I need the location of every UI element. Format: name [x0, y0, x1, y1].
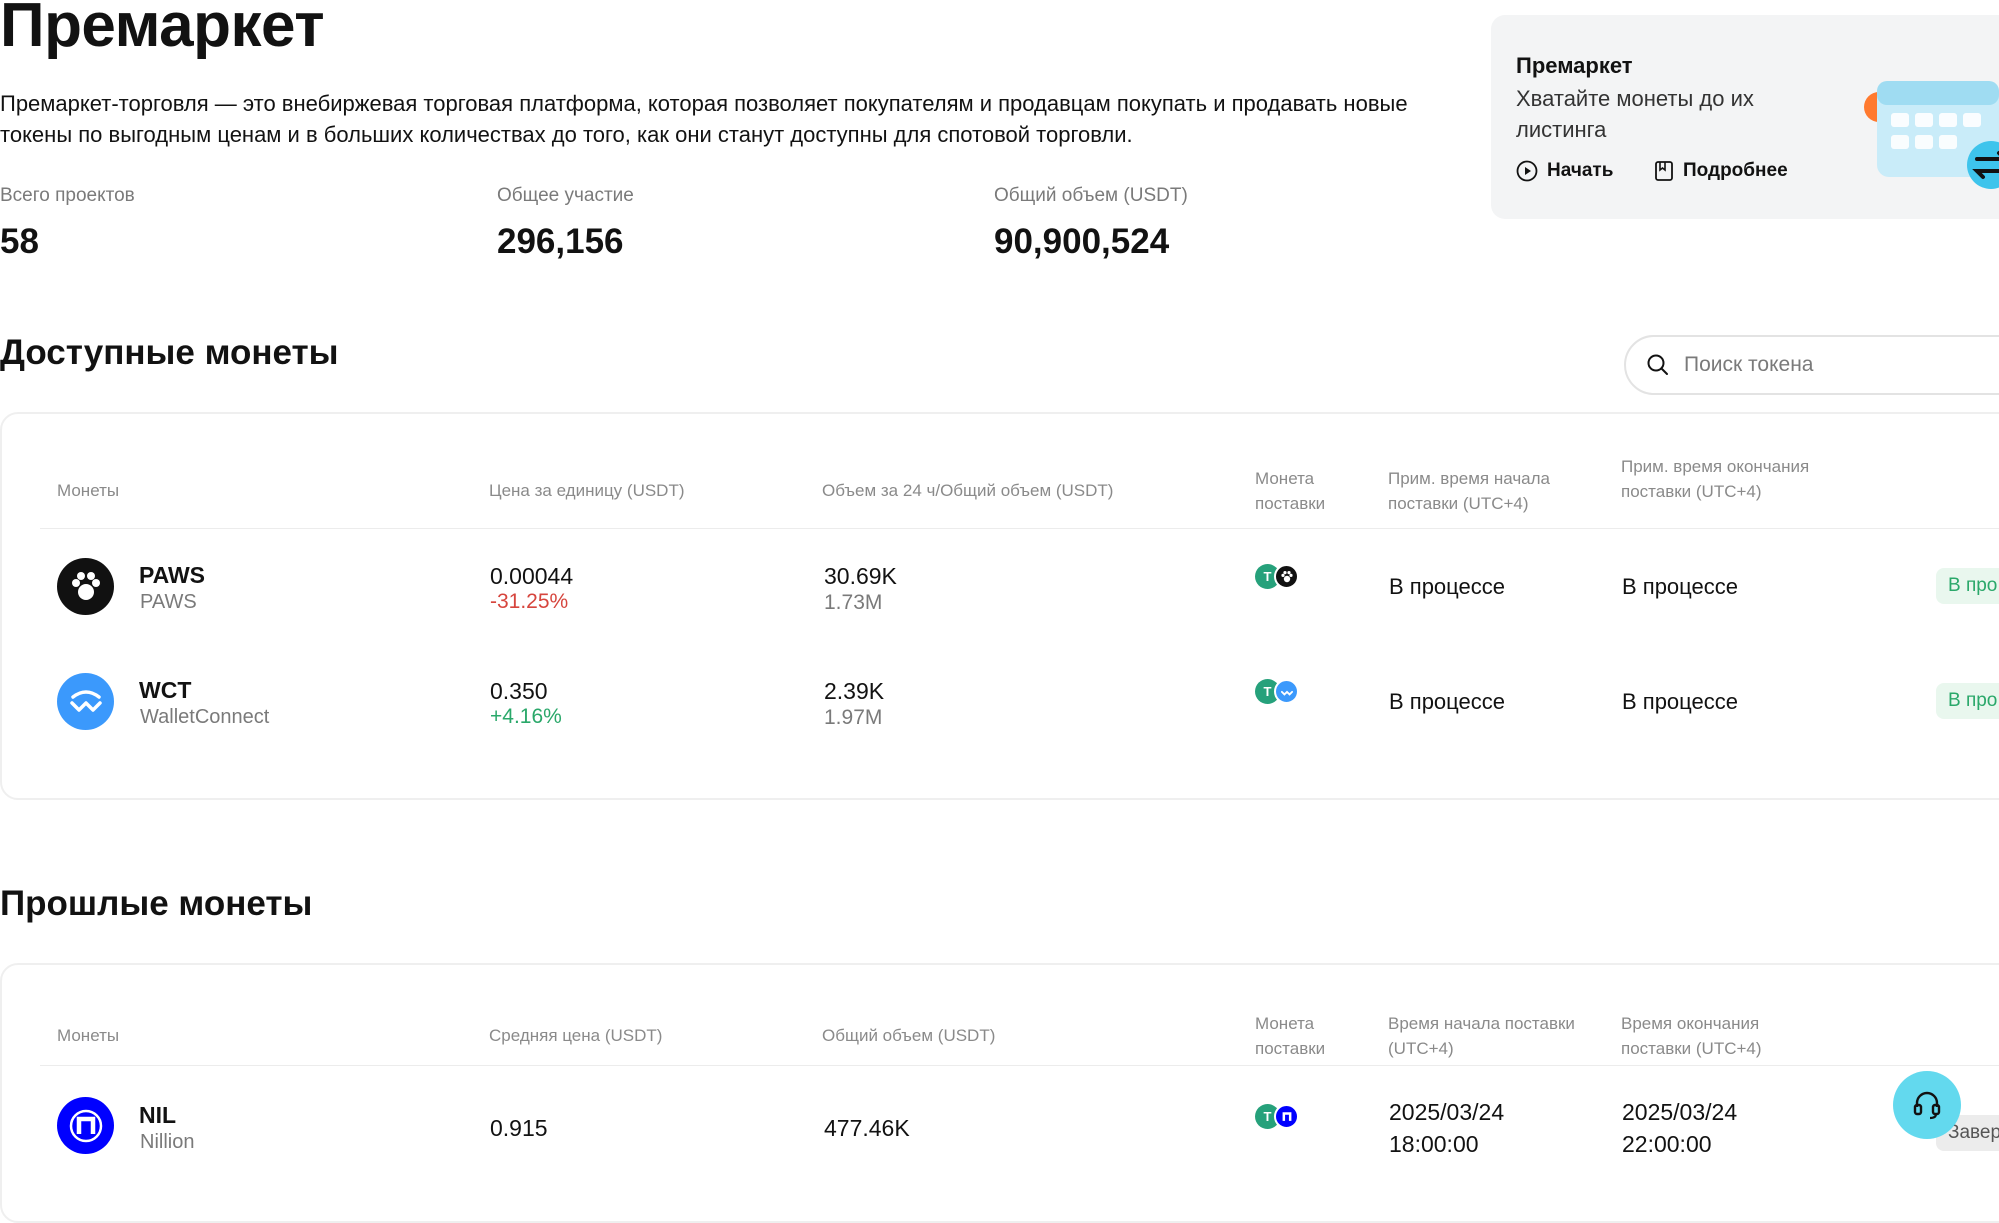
play-icon: [1516, 160, 1538, 182]
status-badge: В про: [1936, 683, 1999, 719]
delivery-start-time: 18:00:00: [1389, 1131, 1479, 1157]
delivery-start: В процессе: [1389, 574, 1505, 599]
promo-start-label: Начать: [1547, 160, 1614, 181]
promo-card: Премаркет Хватайте монеты до их листинга…: [1491, 15, 1999, 219]
past-coins-table: Монеты Средняя цена (USDT) Общий объем (…: [0, 963, 1999, 1223]
header-start-time: Прим. время начала поставки (UTC+4): [1388, 469, 1551, 513]
header-end-time: Время окончания поставки (UTC+4): [1621, 1014, 1762, 1058]
walletconnect-mini-icon: [1274, 679, 1299, 704]
delivery-end: В процессе: [1622, 689, 1738, 714]
search-icon: [1647, 354, 1668, 375]
coin-symbol: WCT: [139, 677, 192, 703]
status-badge: В про: [1936, 568, 1999, 604]
headset-icon: [1913, 1091, 1941, 1120]
volume-24h: 30.69K: [824, 563, 897, 589]
delivery-end-time: 22:00:00: [1622, 1131, 1712, 1157]
coin-name: Nillion: [140, 1131, 195, 1153]
page-description: Премаркет-торговля — это внебиржевая тор…: [0, 91, 1408, 147]
table-row[interactable]: WCT WalletConnect 0.350 +4.16% 2.39K 1.9…: [2, 659, 1999, 759]
table-row[interactable]: NIL Nillion 0.915 477.46K T 2025/03/24 1…: [2, 1077, 1999, 1177]
stat-value-participation: 296,156: [497, 222, 624, 261]
search-input[interactable]: [1682, 352, 1999, 378]
header-coins: Монеты: [57, 1026, 120, 1045]
page-title: Премаркет: [0, 0, 325, 60]
header-avg-price: Средняя цена (USDT): [489, 1026, 663, 1045]
unit-price: 0.350: [490, 678, 548, 704]
delivery-end-date: 2025/03/24: [1622, 1099, 1738, 1125]
delivery-coin-pair: T: [1255, 1104, 1299, 1129]
paws-icon: [57, 558, 114, 615]
avg-price: 0.915: [490, 1115, 548, 1141]
stat-label-projects: Всего проектов: [0, 185, 135, 206]
price-change: -31.25%: [490, 590, 569, 613]
total-volume: 477.46K: [824, 1115, 910, 1141]
paws-mini-icon: [1274, 564, 1299, 589]
available-coins-table: Монеты Цена за единицу (USDT) Объем за 2…: [0, 412, 1999, 800]
unit-price: 0.00044: [490, 563, 574, 589]
header-coins: Монеты: [57, 481, 120, 500]
header-price: Цена за единицу (USDT): [489, 481, 685, 500]
stat-value-projects: 58: [0, 222, 39, 261]
stat-value-volume: 90,900,524: [994, 222, 1170, 261]
support-button[interactable]: [1893, 1071, 1961, 1139]
calendar-icon: [1864, 81, 1999, 189]
header-delivery-coin: Монета поставки: [1255, 1014, 1326, 1058]
price-change: +4.16%: [490, 705, 562, 728]
delivery-start-date: 2025/03/24: [1389, 1099, 1505, 1125]
promo-start-link[interactable]: Начать: [1516, 160, 1613, 182]
promo-more-link[interactable]: Подробнее: [1654, 160, 1788, 182]
nillion-icon: [57, 1097, 114, 1154]
stat-label-volume: Общий объем (USDT): [994, 185, 1188, 206]
stat-label-participation: Общее участие: [497, 185, 634, 206]
promo-more-label: Подробнее: [1683, 160, 1788, 181]
header-end-time: Прим. время окончания поставки (UTC+4): [1621, 457, 1810, 501]
header-divider: [40, 1065, 1999, 1066]
coin-symbol: PAWS: [139, 562, 206, 588]
volume-total: 1.97M: [824, 706, 883, 729]
book-icon: [1655, 161, 1673, 181]
section-title-past: Прошлые монеты: [0, 884, 313, 923]
header-delivery-coin: Монета поставки: [1255, 469, 1326, 513]
header-start-time: Время начала поставки (UTC+4): [1388, 1014, 1575, 1058]
delivery-coin-pair: T: [1255, 564, 1299, 589]
header-volume: Объем за 24 ч/Общий объем (USDT): [822, 481, 1114, 500]
table-row[interactable]: PAWS PAWS 0.00044 -31.25% 30.69K 1.73M T…: [2, 544, 1999, 644]
coin-name: PAWS: [140, 591, 197, 613]
section-title-available: Доступные монеты: [0, 333, 339, 372]
header-divider: [40, 528, 1999, 529]
volume-24h: 2.39K: [824, 678, 885, 704]
coin-name: WalletConnect: [140, 706, 270, 728]
delivery-end: В процессе: [1622, 574, 1738, 599]
walletconnect-icon: [57, 673, 114, 730]
promo-title: Премаркет: [1516, 53, 1633, 78]
header-total-volume: Общий объем (USDT): [822, 1026, 996, 1045]
volume-total: 1.73M: [824, 591, 883, 614]
delivery-coin-pair: T: [1255, 679, 1299, 704]
delivery-start: В процессе: [1389, 689, 1505, 714]
search-box[interactable]: [1624, 335, 1999, 395]
coin-symbol: NIL: [139, 1102, 177, 1128]
promo-subtitle: Хватайте монеты до их листинга: [1516, 86, 1754, 142]
nillion-mini-icon: [1274, 1104, 1299, 1129]
